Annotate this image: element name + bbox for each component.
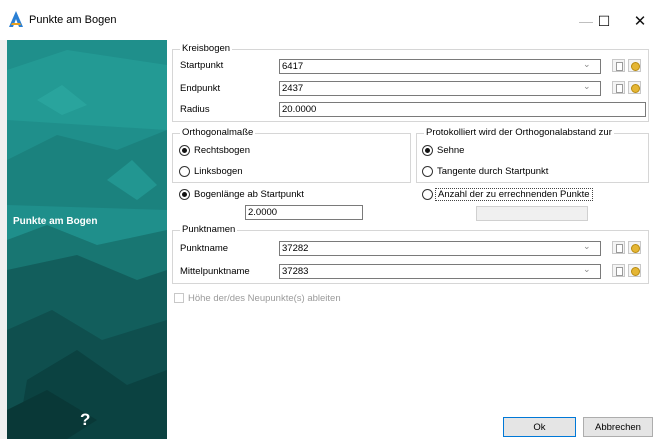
linksbogen-label[interactable]: Linksbogen (194, 166, 243, 177)
maximize-button[interactable]: ☐ (584, 9, 624, 33)
sidebar-title: Punkte am Bogen (13, 216, 98, 227)
startpunkt-pick-icon[interactable] (628, 59, 641, 72)
radius-input[interactable]: 20.0000 (279, 102, 646, 117)
rechtsbogen-label[interactable]: Rechtsbogen (194, 145, 250, 156)
punktnamen-legend: Punktnamen (180, 224, 238, 235)
sidebar-panel: Punkte am Bogen ? (7, 40, 167, 439)
mittelpunktname-pick-icon[interactable] (628, 264, 641, 277)
endpunkt-input[interactable]: 2437 (279, 81, 601, 96)
orthogonal-legend: Orthogonalmaße (180, 127, 256, 138)
punktname-dropdown-icon[interactable]: ⌄ (583, 241, 591, 252)
help-icon[interactable]: ? (80, 410, 90, 430)
sehne-label[interactable]: Sehne (437, 145, 464, 156)
mittelpunktname-dropdown-icon[interactable]: ⌄ (583, 264, 591, 275)
app-logo-icon (9, 11, 23, 27)
endpunkt-label: Endpunkt (180, 83, 221, 94)
cancel-button[interactable]: Abbrechen (583, 417, 653, 437)
startpunkt-select-icon[interactable] (612, 59, 625, 72)
tangente-radio[interactable] (422, 166, 433, 177)
endpunkt-dropdown-icon[interactable]: ⌄ (583, 81, 591, 92)
tangente-label[interactable]: Tangente durch Startpunkt (437, 166, 548, 177)
hoehe-checkbox[interactable] (174, 293, 184, 303)
dialog-content: Kreisbogen Startpunkt 6417 ⌄ Endpunkt 24… (167, 40, 656, 439)
startpunkt-dropdown-icon[interactable]: ⌄ (583, 59, 591, 70)
bogenlaenge-label[interactable]: Bogenlänge ab Startpunkt (194, 189, 304, 200)
startpunkt-input[interactable]: 6417 (279, 59, 601, 74)
anzahl-input[interactable] (476, 206, 588, 221)
endpunkt-pick-icon[interactable] (628, 81, 641, 94)
punktname-input[interactable]: 37282 (279, 241, 601, 256)
bogenlaenge-radio[interactable] (179, 189, 190, 200)
protokoll-legend: Protokolliert wird der Orthogonalabstand… (424, 127, 614, 138)
hoehe-label[interactable]: Höhe der/des Neupunkte(s) ableiten (188, 293, 341, 304)
window-title: Punkte am Bogen (29, 14, 117, 26)
close-button[interactable]: ✕ (620, 9, 656, 33)
kreisbogen-legend: Kreisbogen (180, 43, 233, 54)
mittelpunktname-select-icon[interactable] (612, 264, 625, 277)
sehne-radio[interactable] (422, 145, 433, 156)
landscape-image (7, 40, 167, 439)
ok-button[interactable]: Ok (503, 417, 576, 437)
radius-label: Radius (180, 104, 210, 115)
anzahl-label[interactable]: Anzahl der zu errechnenden Punkte (435, 188, 593, 201)
punktname-label: Punktname (180, 243, 229, 254)
punktname-select-icon[interactable] (612, 241, 625, 254)
mittelpunktname-label: Mittelpunktname (180, 266, 250, 277)
anzahl-radio[interactable] (422, 189, 433, 200)
mittelpunktname-input[interactable]: 37283 (279, 264, 601, 279)
endpunkt-select-icon[interactable] (612, 81, 625, 94)
rechtsbogen-radio[interactable] (179, 145, 190, 156)
title-bar: Punkte am Bogen — ☐ ✕ (0, 0, 656, 40)
startpunkt-label: Startpunkt (180, 60, 224, 71)
linksbogen-radio[interactable] (179, 166, 190, 177)
bogenlaenge-input[interactable]: 2.0000 (245, 205, 363, 220)
punktname-pick-icon[interactable] (628, 241, 641, 254)
